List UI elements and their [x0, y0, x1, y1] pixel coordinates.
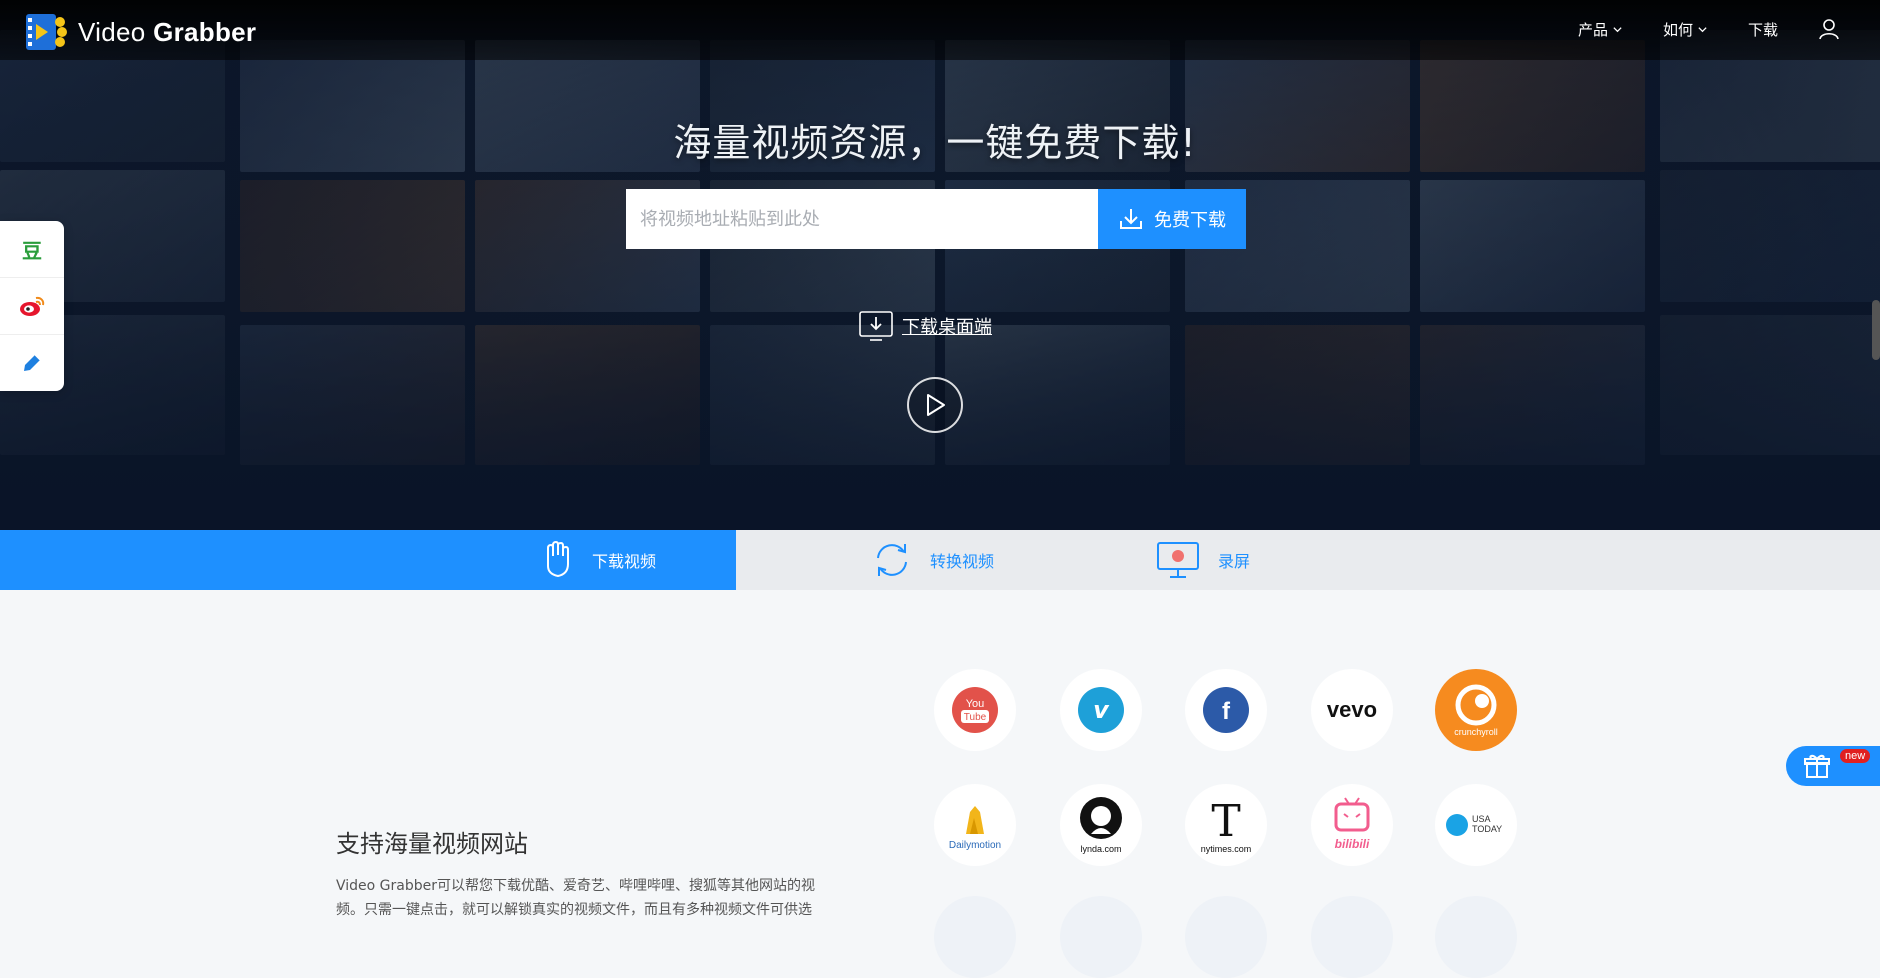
hero-section: Video Grabber 产品 如何 下载 海量视频资源，一键免费下载! 将视…: [0, 0, 1880, 530]
video-url-input[interactable]: [626, 189, 1098, 249]
dailymotion-icon: Dailymotion: [949, 806, 1001, 851]
download-desktop-link[interactable]: 下载桌面端: [858, 310, 992, 342]
vimeo-icon: v: [1078, 687, 1124, 733]
nytimes-icon: T nytimes.com: [1201, 796, 1252, 854]
nav-download[interactable]: 下载: [1748, 19, 1778, 40]
facebook-icon-glyph: f: [1222, 698, 1231, 725]
hand-grab-icon: [546, 541, 569, 577]
bilibili-caption: bilibili: [1335, 837, 1370, 851]
supported-sites-title: 支持海量视频网站: [336, 830, 528, 858]
share-douban[interactable]: 豆: [0, 221, 64, 278]
nytimes-caption: nytimes.com: [1201, 844, 1252, 854]
weibo-icon: [20, 296, 45, 316]
new-badge: new: [1840, 749, 1871, 763]
site-nytimes[interactable]: T nytimes.com: [1185, 784, 1267, 866]
feature-tabs: 下载视频 转换视频 录屏: [0, 530, 1880, 590]
nytimes-icon-glyph: T: [1211, 796, 1240, 847]
page-scrollbar-thumb[interactable]: [1872, 300, 1880, 360]
usatoday-icon: USA TODAY: [1446, 814, 1502, 836]
tab-convert-video-label: 转换视频: [930, 552, 995, 571]
site-dailymotion[interactable]: Dailymotion: [934, 784, 1016, 866]
free-download-label: 免费下载: [1154, 210, 1226, 231]
chevron-down-icon: [1698, 26, 1707, 32]
site-placeholder: [1185, 896, 1267, 978]
download-icon: [1120, 209, 1142, 229]
dailymotion-caption: Dailymotion: [949, 840, 1001, 851]
share-note[interactable]: [0, 335, 64, 391]
brand-name-light: Video: [78, 16, 154, 47]
url-search-bar: 免费下载: [626, 189, 1246, 249]
play-icon: [927, 394, 945, 416]
bilibili-icon: bilibili: [1334, 797, 1370, 851]
site-placeholder: [1060, 896, 1142, 978]
site-vevo[interactable]: vevo: [1311, 669, 1393, 751]
site-usatoday[interactable]: USA TODAY: [1435, 784, 1517, 866]
site-lynda[interactable]: lynda.com: [1060, 784, 1142, 866]
hero-headline: 海量视频资源，一键免费下载!: [673, 121, 1197, 165]
youtube-icon: You Tube: [952, 687, 998, 733]
tab-download-video-label: 下载视频: [591, 552, 656, 571]
social-share-bar: 豆: [0, 221, 64, 391]
convert-icon: [877, 544, 907, 576]
nav-howto[interactable]: 如何: [1663, 19, 1708, 40]
youtube-icon-line2: Tube: [964, 712, 987, 723]
gift-icon: [1804, 754, 1830, 778]
play-video-button[interactable]: [907, 377, 963, 433]
site-crunchyroll[interactable]: crunchyroll: [1435, 669, 1517, 751]
lynda-caption: lynda.com: [1080, 844, 1121, 854]
nav-products[interactable]: 产品: [1578, 19, 1623, 40]
free-download-button[interactable]: 免费下载: [1098, 189, 1246, 249]
brand-name-bold: Grabber: [153, 16, 257, 47]
top-navigation-bar: Video Grabber 产品 如何 下载: [0, 0, 1880, 60]
chevron-down-icon: [1613, 26, 1622, 32]
site-placeholder: [1311, 896, 1393, 978]
douban-icon: 豆: [22, 238, 42, 263]
site-youtube[interactable]: You Tube: [934, 669, 1016, 751]
vimeo-icon-glyph: v: [1093, 696, 1110, 724]
user-account-icon[interactable]: [1818, 18, 1840, 40]
brand-logo[interactable]: Video Grabber: [24, 12, 256, 52]
vevo-icon-glyph: vevo: [1327, 697, 1377, 722]
download-desktop-label: 下载桌面端: [902, 317, 992, 338]
supported-sites-description: Video Grabber可以帮您下载优酷、爱奇艺、哔哩哔哩、搜狐等其他网站的视…: [336, 878, 815, 918]
video-grabber-logo-icon: [24, 12, 70, 52]
lynda-icon: lynda.com: [1080, 797, 1122, 854]
usatoday-line1: USA: [1472, 814, 1491, 824]
usatoday-line2: TODAY: [1472, 824, 1502, 834]
desktop-download-icon: [859, 311, 893, 341]
tab-screen-record[interactable]: 录屏: [1076, 530, 1476, 590]
share-weibo[interactable]: [0, 278, 64, 335]
vevo-icon: vevo: [1327, 697, 1377, 722]
facebook-icon: f: [1203, 687, 1249, 733]
nav-download-label: 下载: [1747, 21, 1778, 39]
site-vimeo[interactable]: v: [1060, 669, 1142, 751]
nav-products-label: 产品: [1577, 21, 1608, 39]
site-placeholder: [1435, 896, 1517, 978]
site-placeholder: [934, 896, 1016, 978]
youtube-icon-line1: You: [966, 698, 985, 710]
tab-screen-record-label: 录屏: [1218, 552, 1251, 571]
edit-icon: [24, 354, 41, 371]
brand-name: Video Grabber: [78, 17, 256, 48]
nav-howto-label: 如何: [1662, 21, 1693, 39]
site-facebook[interactable]: f: [1185, 669, 1267, 751]
tab-convert-video[interactable]: 转换视频: [736, 530, 1076, 590]
hero-overlay: [0, 0, 1880, 530]
site-bilibili[interactable]: bilibili: [1311, 784, 1393, 866]
crunchyroll-icon: crunchyroll: [1454, 684, 1498, 737]
screen-record-icon: [1157, 542, 1199, 578]
main-nav: 产品 如何 下载: [1538, 18, 1840, 40]
crunchyroll-icon-label: crunchyroll: [1454, 727, 1498, 737]
tab-download-video[interactable]: 下载视频: [0, 530, 736, 590]
